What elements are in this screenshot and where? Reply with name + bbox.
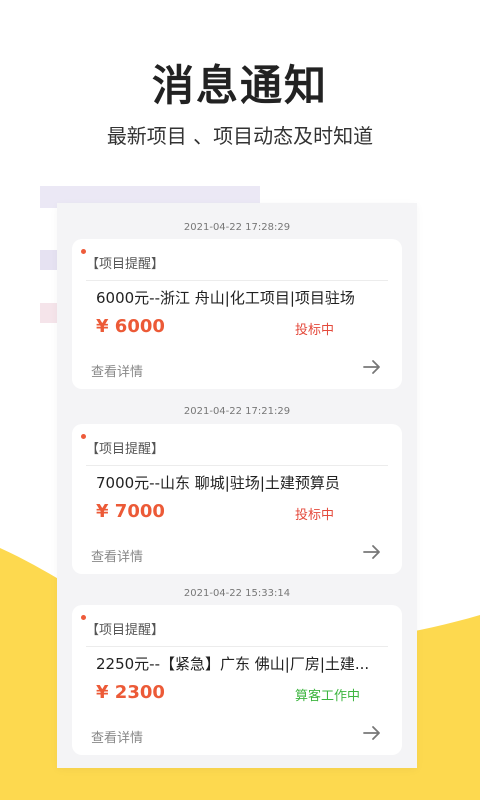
view-details-link[interactable]: 查看详情 [91, 727, 143, 746]
notification-timestamp: 2021-04-22 17:28:29 [183, 222, 291, 233]
status-badge: 投标中 [295, 323, 335, 338]
notification-tag: 【项目提醒】 [86, 442, 165, 457]
arrow-right-icon[interactable] [362, 357, 382, 377]
status-badge: 投标中 [295, 508, 335, 523]
notification-card[interactable]: 【项目提醒】 6000元--浙江 舟山|化工项目|项目驻场 ¥ 6000 投标中… [72, 239, 402, 389]
view-details-link[interactable]: 查看详情 [91, 361, 143, 380]
notification-list: 2021-04-22 17:28:29 【项目提醒】 6000元--浙江 舟山|… [57, 203, 417, 768]
arrow-right-icon[interactable] [362, 723, 382, 743]
notification-card[interactable]: 【项目提醒】 7000元--山东 聊城|驻场|土建预算员 ¥ 7000 投标中 … [72, 424, 402, 574]
notification-card[interactable]: 【项目提醒】 2250元--【紧急】广东 佛山|厂房|土建... ¥ 2300 … [72, 605, 402, 755]
arrow-right-icon[interactable] [362, 542, 382, 562]
notification-tag: 【项目提醒】 [86, 623, 165, 638]
status-badge: 算客工作中 [295, 689, 361, 704]
notification-price: ¥ 2300 [96, 682, 165, 703]
notification-timestamp: 2021-04-22 17:21:29 [183, 406, 291, 417]
notification-tag: 【项目提醒】 [86, 257, 165, 272]
card-divider [86, 465, 388, 466]
notification-price: ¥ 6000 [96, 316, 165, 337]
notification-price: ¥ 7000 [96, 501, 165, 522]
page-subtitle: 最新项目 、项目动态及时知道 [106, 124, 374, 148]
notification-title: 6000元--浙江 舟山|化工项目|项目驻场 [96, 289, 355, 307]
notification-timestamp: 2021-04-22 15:33:14 [183, 588, 291, 599]
notification-title: 2250元--【紧急】广东 佛山|厂房|土建... [96, 655, 370, 673]
notification-title: 7000元--山东 聊城|驻场|土建预算员 [96, 474, 340, 492]
card-divider [86, 646, 388, 647]
card-divider [86, 280, 388, 281]
view-details-link[interactable]: 查看详情 [91, 546, 143, 565]
page-title: 消息通知 [151, 61, 328, 110]
